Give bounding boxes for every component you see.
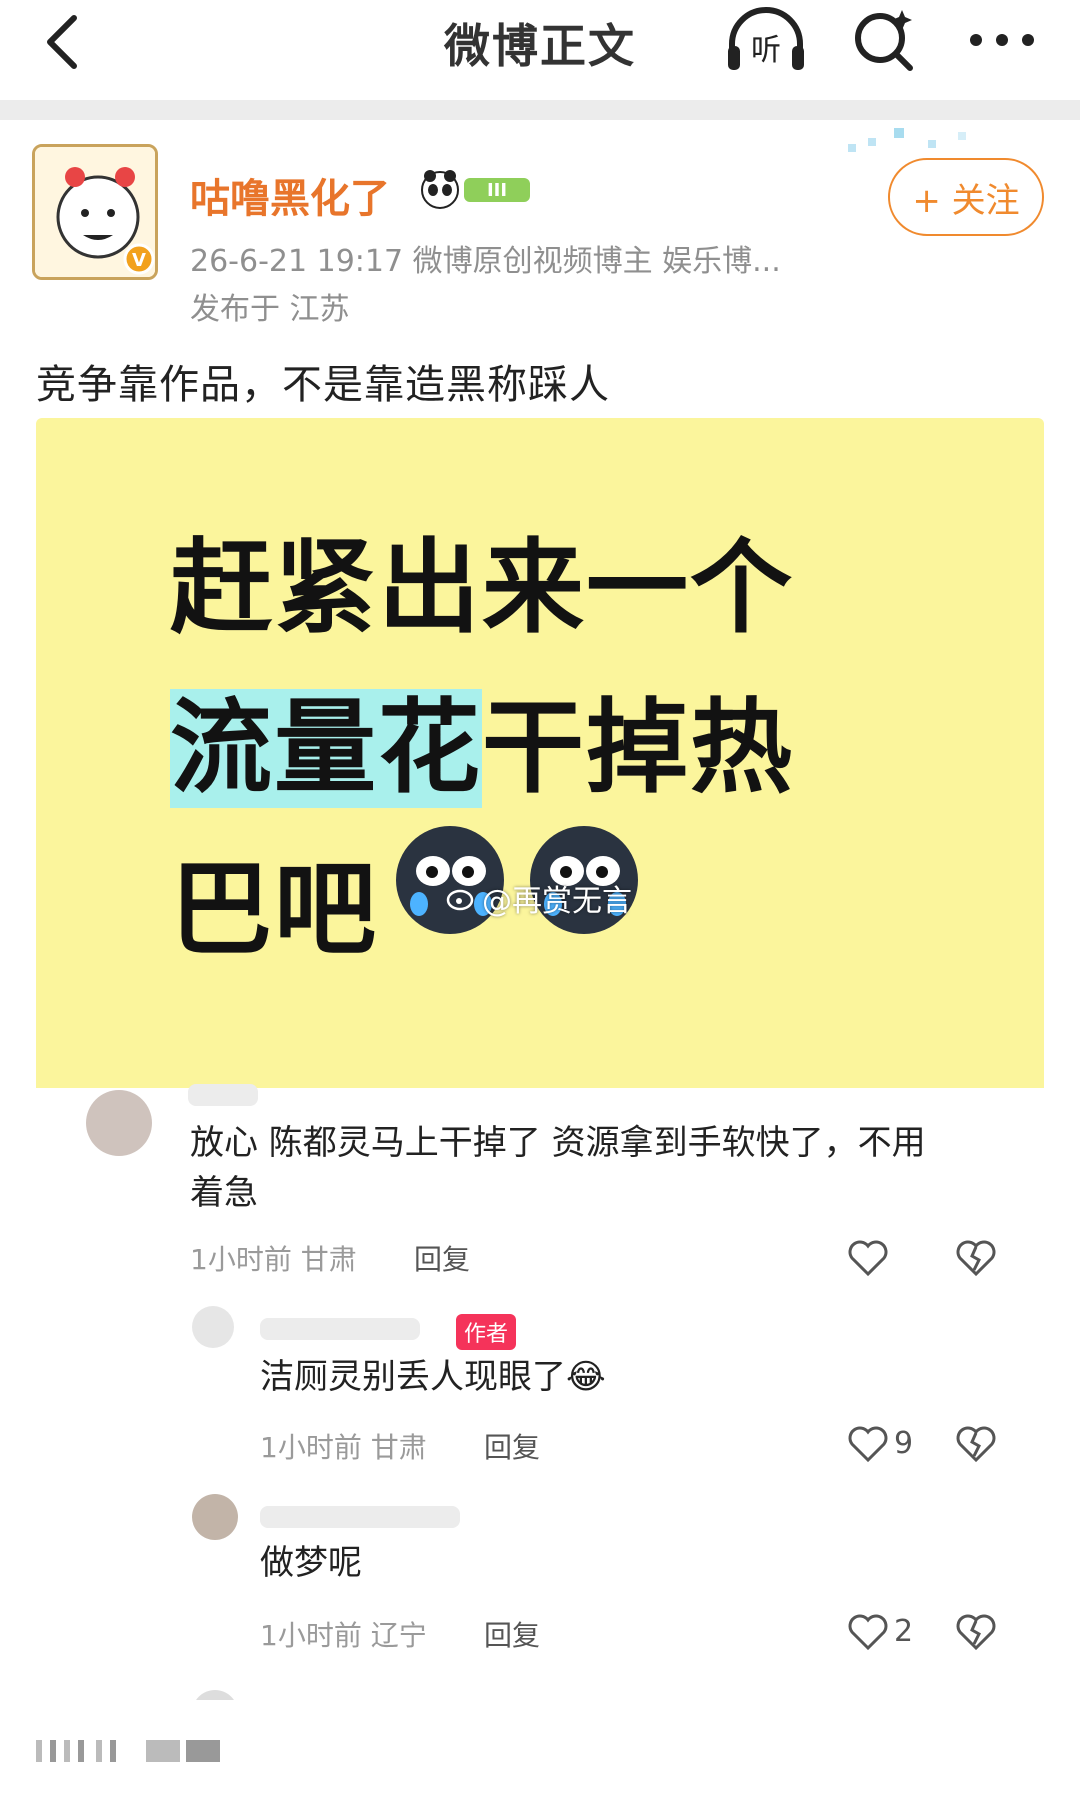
post-location: 发布于 江苏	[190, 292, 350, 327]
comment-avatar	[86, 1090, 152, 1156]
search-icon[interactable]	[850, 4, 920, 74]
meme-highlight: 流量花	[170, 689, 482, 808]
post-text: 竞争靠作品，不是靠造黑称踩人	[36, 362, 610, 408]
weibo-logo-icon	[446, 889, 474, 911]
author-avatar[interactable]: V	[32, 144, 158, 280]
reply-button[interactable]: 回复	[414, 1238, 470, 1278]
listen-icon[interactable]: 听	[724, 6, 808, 78]
reply-button[interactable]: 回复	[484, 1614, 540, 1654]
comment-text: 做梦呢	[260, 1543, 362, 1583]
comment-time: 1小时前 辽宁	[260, 1619, 427, 1652]
watermark-text: @再赏无言	[482, 884, 632, 919]
like-icon[interactable]	[846, 1238, 890, 1278]
author-tag: 作者	[456, 1314, 517, 1350]
meme-line-1: 赶紧出来一个	[170, 529, 794, 648]
dislike-icon[interactable]	[954, 1612, 998, 1652]
post-image[interactable]: 赶紧出来一个 流量花干掉热 巴吧 @再赏无言 放心 陈都灵马上干掉了 资源拿到手…	[36, 418, 1044, 1710]
comment-avatar	[192, 1306, 234, 1348]
meme-line-2-rest: 干掉热	[482, 689, 794, 808]
like-count: 2	[894, 1614, 914, 1649]
dislike-icon[interactable]	[954, 1238, 998, 1278]
listen-label: 听	[751, 33, 781, 68]
comment-username-blurred	[260, 1506, 460, 1528]
comment-text: 放心 陈都灵马上干掉了 资源拿到手软快了，不用着急	[190, 1123, 926, 1213]
comment-avatar	[192, 1494, 238, 1540]
svg-text:V: V	[132, 250, 146, 271]
watermark: @再赏无言	[446, 876, 632, 920]
follow-button[interactable]: + 关注	[888, 158, 1044, 236]
meme-panel: 赶紧出来一个 流量花干掉热 巴吧 @再赏无言	[36, 418, 1044, 1088]
comment-time: 1小时前 甘肃	[190, 1243, 357, 1276]
comment-time: 1小时前 甘肃	[260, 1431, 427, 1464]
svg-text:III: III	[487, 180, 507, 201]
author-name[interactable]: 咕噜黑化了	[190, 166, 390, 224]
like-icon[interactable]	[846, 1612, 890, 1652]
like-icon[interactable]	[846, 1424, 890, 1464]
comment-text: 洁厕灵别丢人现眼了😂	[260, 1357, 606, 1397]
comment-username-blurred	[260, 1318, 420, 1340]
meme-line-3: 巴吧	[170, 851, 378, 970]
dislike-icon[interactable]	[954, 1424, 998, 1464]
blurred-footer-icon	[36, 1740, 220, 1762]
reply-button[interactable]: 回复	[484, 1426, 540, 1466]
panda-badge-icon: III	[421, 170, 530, 209]
more-icon[interactable]	[962, 4, 1042, 74]
comment-username-blurred	[188, 1084, 258, 1106]
like-count: 9	[894, 1426, 914, 1461]
top-bar: 微博正文 听	[0, 0, 1080, 100]
post-meta: 26-6-21 19:17 微博原创视频博主 娱乐博...	[190, 244, 781, 279]
section-divider	[0, 100, 1080, 120]
meme-line-2: 流量花干掉热	[170, 666, 794, 813]
